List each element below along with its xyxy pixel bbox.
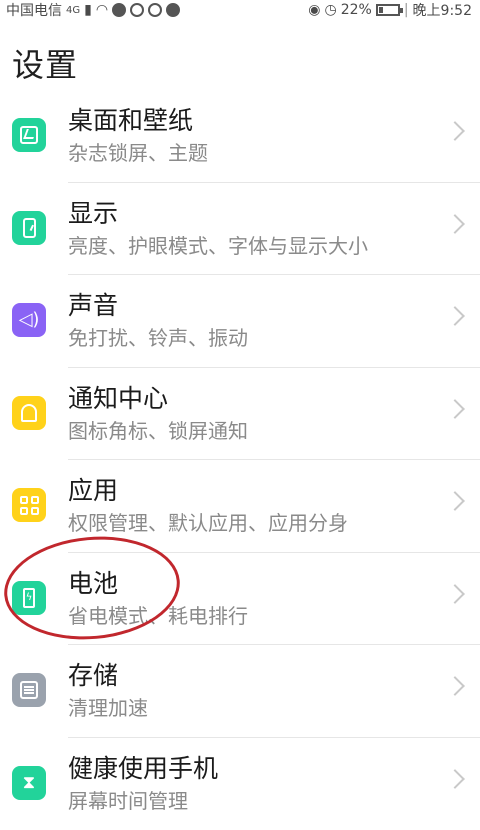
- settings-item-notifications[interactable]: 通知中心 图标角标、锁屏通知: [0, 368, 480, 461]
- hourglass-icon: ⧗: [12, 766, 46, 800]
- signal-icon: ▮: [84, 2, 92, 18]
- carrier-label: 中国电信: [6, 0, 62, 20]
- chevron-right-icon: [445, 491, 465, 511]
- item-subtitle: 杂志锁屏、主题: [68, 138, 208, 168]
- eye-icon: ◉: [308, 2, 320, 18]
- item-title: 显示: [68, 197, 368, 231]
- app-icon: [166, 3, 180, 17]
- item-subtitle: 亮度、护眼模式、字体与显示大小: [68, 231, 368, 261]
- item-subtitle: 省电模式、耗电排行: [68, 601, 248, 631]
- apps-icon: [12, 488, 46, 522]
- sound-icon: ◁): [12, 303, 46, 337]
- status-bar: 中国电信 4G ▮ ◠ ◉ ◷ 22% | 晚上9:52: [0, 0, 480, 20]
- alarm-icon: ◷: [324, 2, 336, 18]
- page-title: 设置: [12, 40, 78, 86]
- chevron-right-icon: [445, 769, 465, 789]
- wifi-icon: ◠: [96, 2, 108, 18]
- item-title: 通知中心: [68, 382, 248, 416]
- bell-icon: [12, 396, 46, 430]
- settings-item-apps[interactable]: 应用 权限管理、默认应用、应用分身: [0, 460, 480, 553]
- battery-icon: ϟ: [12, 581, 46, 615]
- chevron-right-icon: [445, 584, 465, 604]
- item-title: 声音: [68, 289, 248, 323]
- chevron-right-icon: [445, 121, 465, 141]
- display-icon: [12, 211, 46, 245]
- time-label: 晚上9:52: [413, 0, 472, 20]
- settings-item-storage[interactable]: 存储 清理加速: [0, 645, 480, 738]
- item-title: 电池: [68, 567, 248, 601]
- item-title: 存储: [68, 659, 148, 693]
- settings-item-display[interactable]: 显示 亮度、护眼模式、字体与显示大小: [0, 183, 480, 276]
- item-subtitle: 屏幕时间管理: [68, 786, 218, 816]
- app-icon: [112, 3, 126, 17]
- settings-item-battery[interactable]: ϟ 电池 省电模式、耗电排行: [0, 553, 480, 646]
- network-label: 4G: [66, 5, 80, 16]
- settings-list: 桌面和壁纸 杂志锁屏、主题 显示 亮度、护眼模式、字体与显示大小 ◁) 声音 免…: [0, 90, 480, 830]
- app-icon: [148, 3, 162, 17]
- item-subtitle: 免打扰、铃声、振动: [68, 323, 248, 353]
- settings-item-wallpaper[interactable]: 桌面和壁纸 杂志锁屏、主题: [0, 90, 480, 183]
- app-icon: [130, 3, 144, 17]
- wallpaper-icon: [12, 118, 46, 152]
- status-right: ◉ ◷ 22% | 晚上9:52: [308, 0, 472, 20]
- chevron-right-icon: [445, 214, 465, 234]
- item-title: 应用: [68, 474, 348, 508]
- storage-icon: [12, 673, 46, 707]
- settings-item-digital-balance[interactable]: ⧗ 健康使用手机 屏幕时间管理: [0, 738, 480, 830]
- status-left: 中国电信 4G ▮ ◠: [6, 0, 180, 20]
- item-title: 桌面和壁纸: [68, 104, 208, 138]
- chevron-right-icon: [445, 399, 465, 419]
- item-subtitle: 清理加速: [68, 693, 148, 723]
- battery-percent: 22%: [341, 2, 372, 18]
- item-title: 健康使用手机: [68, 752, 218, 786]
- chevron-right-icon: [445, 306, 465, 326]
- battery-icon: [376, 4, 400, 16]
- chevron-right-icon: [445, 676, 465, 696]
- item-subtitle: 图标角标、锁屏通知: [68, 416, 248, 446]
- item-subtitle: 权限管理、默认应用、应用分身: [68, 508, 348, 538]
- settings-item-sound[interactable]: ◁) 声音 免打扰、铃声、振动: [0, 275, 480, 368]
